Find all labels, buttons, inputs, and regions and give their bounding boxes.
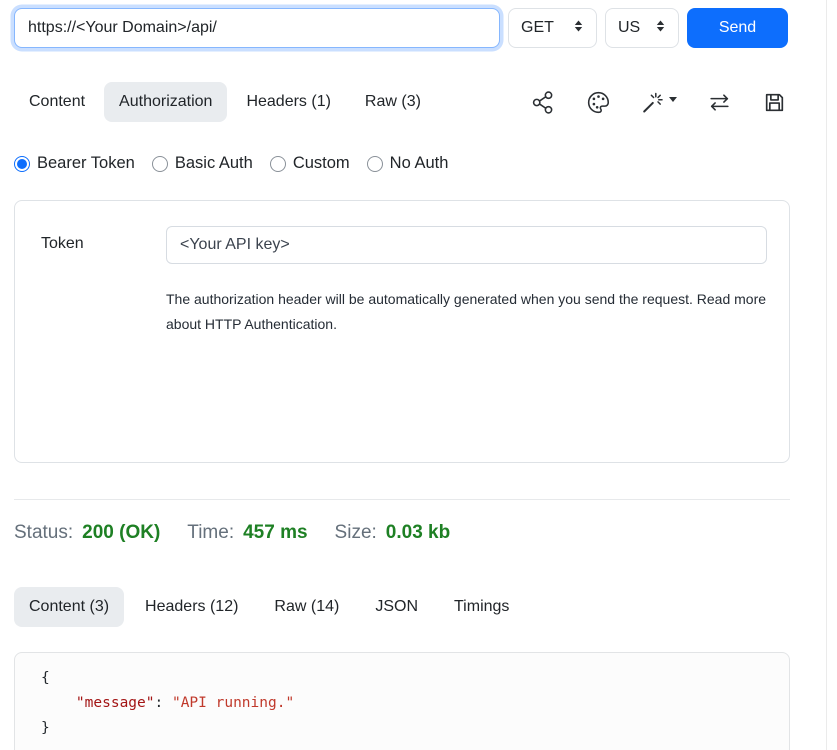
response-body: { "message": "API running." } <box>14 652 790 750</box>
response-tab-headers[interactable]: Headers (12) <box>130 587 253 627</box>
palette-icon[interactable] <box>586 90 611 115</box>
response-tabs: Content (3) Headers (12) Raw (14) JSON T… <box>14 587 804 627</box>
status-group: Status: 200 (OK) <box>14 522 160 544</box>
status-value: 200 (OK) <box>82 522 160 544</box>
radio-label: Bearer Token <box>37 154 135 173</box>
response-tab-raw[interactable]: Raw (14) <box>259 587 354 627</box>
radio-button <box>152 156 168 172</box>
time-group: Time: 457 ms <box>187 522 307 544</box>
radio-label: Basic Auth <box>175 154 253 173</box>
response-tab-json[interactable]: JSON <box>360 587 433 627</box>
caret-down-icon <box>669 97 677 102</box>
json-key: "message" <box>76 695 155 711</box>
token-input[interactable] <box>166 226 767 264</box>
url-input[interactable] <box>14 8 500 48</box>
magic-wand-icon[interactable] <box>641 90 677 115</box>
method-select[interactable]: GET <box>508 8 597 48</box>
main-content: GET US Send Content Authorization Header… <box>0 0 804 750</box>
radio-bearer-token[interactable]: Bearer Token <box>14 154 135 173</box>
swap-arrows-icon[interactable] <box>707 90 732 115</box>
region-select[interactable]: US <box>605 8 679 48</box>
size-group: Size: 0.03 kb <box>335 522 451 544</box>
tab-authorization[interactable]: Authorization <box>104 82 227 122</box>
time-label: Time: <box>187 522 234 544</box>
code-line: "message": "API running." <box>41 691 789 716</box>
radio-custom[interactable]: Custom <box>270 154 350 173</box>
radio-button-selected <box>14 156 30 172</box>
tab-headers[interactable]: Headers (1) <box>231 82 345 122</box>
code-line: } <box>41 716 789 741</box>
token-row: Token <box>41 226 767 264</box>
save-icon[interactable] <box>762 90 787 115</box>
updown-arrows-icon <box>573 19 584 38</box>
radio-button <box>270 156 286 172</box>
region-select-value: US <box>618 19 640 37</box>
size-value: 0.03 kb <box>386 522 450 544</box>
request-bar: GET US Send <box>14 8 790 48</box>
bearer-token-panel: Token The authorization header will be a… <box>14 200 790 463</box>
response-summary: Status: 200 (OK) Time: 457 ms Size: 0.03… <box>14 522 804 548</box>
request-tabs-row: Content Authorization Headers (1) Raw (3… <box>14 82 804 122</box>
time-value: 457 ms <box>243 522 307 544</box>
radio-no-auth[interactable]: No Auth <box>367 154 449 173</box>
token-label: Token <box>41 226 166 264</box>
send-button[interactable]: Send <box>687 8 788 48</box>
method-select-value: GET <box>521 19 554 37</box>
token-help-text: The authorization header will be automat… <box>166 287 767 337</box>
updown-arrows-icon <box>655 19 666 38</box>
request-tabs: Content Authorization Headers (1) Raw (3… <box>14 82 436 122</box>
tab-content[interactable]: Content <box>14 82 100 122</box>
share-icon[interactable] <box>531 90 556 115</box>
json-string: "API running." <box>172 695 294 711</box>
status-label: Status: <box>14 522 73 544</box>
toolbar <box>531 90 804 115</box>
radio-label: Custom <box>293 154 350 173</box>
code-line: { <box>41 666 789 691</box>
page-scrollbar[interactable] <box>826 0 837 750</box>
radio-basic-auth[interactable]: Basic Auth <box>152 154 253 173</box>
size-label: Size: <box>335 522 377 544</box>
radio-button <box>367 156 383 172</box>
radio-label: No Auth <box>390 154 449 173</box>
tab-raw[interactable]: Raw (3) <box>350 82 436 122</box>
response-tab-content[interactable]: Content (3) <box>14 587 124 627</box>
auth-type-options: Bearer Token Basic Auth Custom No Auth <box>14 151 804 176</box>
section-divider <box>14 499 790 500</box>
response-tab-timings[interactable]: Timings <box>439 587 524 627</box>
